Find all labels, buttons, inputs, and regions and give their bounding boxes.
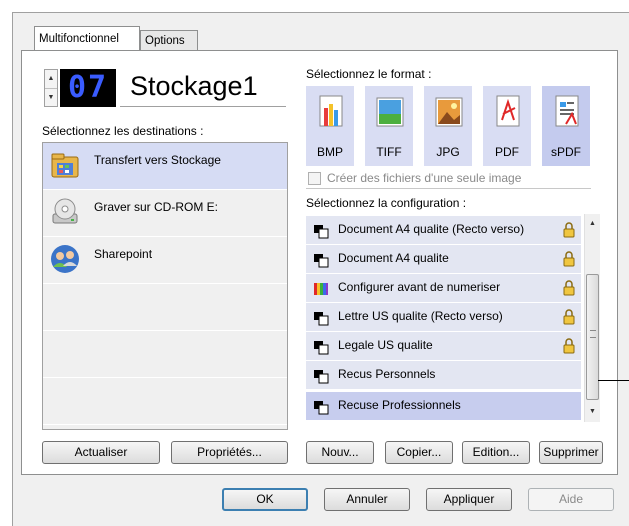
configuration-item-label: Document A4 qualite (Recto verso): [338, 222, 525, 236]
format-label-jpg: JPG: [436, 145, 460, 159]
spdf-icon: [555, 95, 579, 127]
scroll-up-icon[interactable]: ▲: [585, 216, 600, 232]
list-item[interactable]: Recuse Professionnels: [306, 392, 581, 420]
profile-name-underline: [120, 106, 286, 107]
apply-button[interactable]: Appliquer: [426, 488, 512, 511]
list-item[interactable]: Recus Personnels: [306, 361, 581, 389]
scanner-doc-icon: [314, 225, 329, 239]
destination-label: Transfert vers Stockage: [94, 153, 221, 167]
scanner-doc-icon: [314, 312, 329, 326]
configuration-item-label: Recuse Professionnels: [338, 398, 461, 412]
profile-name: Stockage1: [130, 71, 258, 101]
list-item: [43, 378, 287, 425]
format-bmp[interactable]: BMP: [306, 86, 354, 166]
configuration-list: Document A4 qualite (Recto verso) Docume…: [306, 214, 597, 422]
list-item[interactable]: Configurer avant de numeriser: [306, 274, 581, 302]
list-item[interactable]: Document A4 qualite (Recto verso): [306, 216, 581, 244]
single-image-label: Créer des fichiers d'une seule image: [327, 171, 522, 185]
scanner-doc-icon: [314, 254, 329, 268]
lock-icon: [563, 309, 575, 325]
format-spdf[interactable]: sPDF: [542, 86, 590, 166]
new-button[interactable]: Nouv...: [306, 441, 374, 464]
format-jpg[interactable]: JPG: [424, 86, 472, 166]
configuration-item-label: Configurer avant de numeriser: [338, 280, 501, 294]
list-item: [43, 284, 287, 331]
format-tiff[interactable]: TIFF: [365, 86, 413, 166]
list-item[interactable]: Transfert vers Stockage: [43, 143, 287, 190]
color-config-icon: [314, 283, 328, 295]
scroll-down-icon[interactable]: ▼: [585, 404, 600, 420]
list-item[interactable]: Sharepoint: [43, 237, 287, 284]
tab-options[interactable]: Options: [140, 30, 198, 51]
divider: [306, 188, 591, 189]
cd-rom-icon: [52, 198, 78, 224]
configuration-scrollbar[interactable]: ▲ ▼: [584, 214, 600, 422]
configuration-item-label: Recus Personnels: [338, 367, 436, 381]
lock-icon: [563, 222, 575, 238]
configuration-item-label: Document A4 qualite: [338, 251, 449, 265]
lock-icon: [563, 251, 575, 267]
sharepoint-icon: [51, 245, 79, 273]
destination-label: Graver sur CD-ROM E:: [94, 200, 219, 214]
callout-line: [598, 380, 629, 381]
spin-down-icon[interactable]: ▼: [45, 89, 57, 107]
scanner-doc-icon: [314, 370, 329, 384]
storage-icon: [51, 153, 79, 178]
spin-up-icon[interactable]: ▲: [45, 70, 57, 89]
configuration-item-label: Legale US qualite: [338, 338, 433, 352]
configuration-label: Sélectionnez la configuration :: [306, 196, 467, 210]
jpg-icon: [435, 97, 463, 127]
copy-button[interactable]: Copier...: [385, 441, 453, 464]
bmp-icon: [319, 95, 343, 127]
edit-button[interactable]: Edition...: [462, 441, 530, 464]
cancel-button[interactable]: Annuler: [324, 488, 410, 511]
grip-icon: [590, 330, 596, 338]
ok-button[interactable]: OK: [222, 488, 308, 511]
destination-list: Transfert vers Stockage Graver sur CD-RO…: [42, 142, 288, 430]
configuration-item-label: Lettre US qualite (Recto verso): [338, 309, 503, 323]
format-label-pdf: PDF: [495, 145, 519, 159]
scanner-doc-icon: [314, 341, 329, 355]
format-selector: BMP TIFF JPG PDF sPDF: [306, 86, 590, 166]
profile-spinner[interactable]: ▲ ▼: [44, 69, 58, 107]
scroll-thumb[interactable]: [586, 274, 599, 400]
list-item[interactable]: Lettre US qualite (Recto verso): [306, 303, 581, 331]
help-button[interactable]: Aide: [528, 488, 614, 511]
profile-number-display: 07: [60, 69, 116, 107]
format-label-spdf: sPDF: [551, 145, 581, 159]
tab-multifonctionnel[interactable]: Multifonctionnel: [34, 26, 140, 50]
list-item: [43, 331, 287, 378]
destinations-label: Sélectionnez les destinations :: [42, 124, 204, 138]
tiff-icon: [376, 97, 404, 127]
list-item[interactable]: Legale US qualite: [306, 332, 581, 360]
scanner-doc-icon: [314, 401, 329, 415]
pdf-icon: [496, 95, 520, 127]
format-pdf[interactable]: PDF: [483, 86, 531, 166]
list-item[interactable]: Graver sur CD-ROM E:: [43, 190, 287, 237]
format-label-bmp: BMP: [316, 145, 343, 159]
lock-icon: [563, 280, 575, 296]
properties-button[interactable]: Propriétés...: [171, 441, 288, 464]
format-label-tiff: TIFF: [376, 145, 402, 159]
single-image-checkbox[interactable]: [308, 172, 321, 185]
lock-icon: [563, 338, 575, 354]
delete-button[interactable]: Supprimer: [539, 441, 603, 464]
format-label: Sélectionnez le format :: [306, 67, 432, 81]
list-item[interactable]: Document A4 qualite: [306, 245, 581, 273]
refresh-button[interactable]: Actualiser: [42, 441, 160, 464]
destination-label: Sharepoint: [94, 247, 153, 261]
